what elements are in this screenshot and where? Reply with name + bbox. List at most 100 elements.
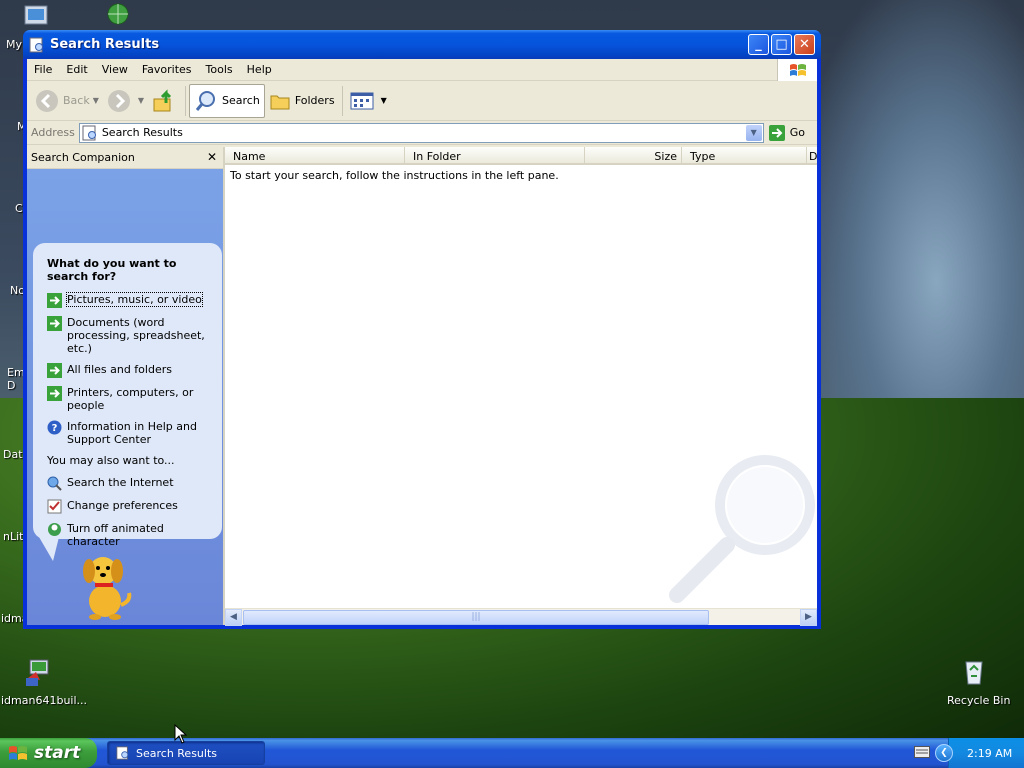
chevron-left-icon: ❮ — [940, 748, 948, 758]
option-search-internet[interactable]: Search the Internet — [47, 476, 212, 491]
views-button[interactable]: ▼ — [346, 84, 391, 118]
menu-help[interactable]: Help — [240, 63, 279, 76]
go-label: Go — [789, 126, 805, 139]
back-button[interactable]: Back ▼ — [31, 84, 103, 118]
close-button[interactable]: ✕ — [794, 34, 815, 55]
mouse-cursor-icon — [174, 724, 188, 744]
folders-button[interactable]: Folders — [265, 84, 339, 118]
option-documents[interactable]: Documents (word processing, spreadsheet,… — [47, 316, 212, 355]
search-button[interactable]: Search — [189, 83, 265, 118]
maximize-button[interactable]: □ — [771, 34, 792, 55]
option-help-support[interactable]: ? Information in Help and Support Center — [47, 420, 212, 446]
search-icon — [195, 90, 216, 111]
go-arrow-icon — [768, 124, 785, 141]
menu-edit[interactable]: Edit — [59, 63, 94, 76]
option-label: Change preferences — [67, 499, 178, 512]
column-date[interactable]: D — [807, 147, 817, 163]
option-pictures-music-video[interactable]: Pictures, music, or video — [47, 292, 212, 308]
desktop-icon-label-my[interactable]: My — [6, 38, 22, 51]
address-value: Search Results — [101, 126, 183, 139]
menu-tools[interactable]: Tools — [199, 63, 240, 76]
menu-bar: File Edit View Favorites Tools Help — [27, 59, 817, 81]
option-label: Printers, computers, or people — [67, 386, 194, 412]
option-label: Documents (word processing, spreadsheet,… — [67, 316, 205, 355]
up-folder-button[interactable] — [148, 84, 182, 118]
arrow-icon — [47, 363, 62, 378]
column-size[interactable]: Size — [585, 147, 682, 163]
search-dog-character-icon[interactable] — [75, 551, 135, 621]
installer-icon — [26, 659, 49, 686]
column-headers: Name In Folder Size Type D — [225, 147, 817, 165]
scroll-thumb[interactable]: ||| — [243, 609, 709, 625]
option-turn-off-character[interactable]: Turn off animated character — [47, 522, 212, 548]
column-type[interactable]: Type — [682, 147, 807, 163]
arrow-icon — [47, 293, 62, 308]
menu-view[interactable]: View — [95, 63, 135, 76]
option-label: Turn off animated character — [67, 522, 164, 548]
search-companion-pane: Search Companion ✕ What do you want to s… — [27, 147, 225, 625]
column-in-folder[interactable]: In Folder — [405, 147, 585, 163]
search-companion-header: Search Companion ✕ — [27, 147, 223, 169]
globe-search-icon — [47, 476, 62, 491]
desktop-icon-idman[interactable] — [22, 656, 54, 691]
search-results-window: Search Results _ □ ✕ File Edit View Favo… — [23, 30, 821, 629]
svg-text:?: ? — [52, 423, 58, 434]
recycle-bin-icon — [965, 661, 983, 685]
globe-icon — [107, 3, 129, 25]
standard-toolbar: Back ▼ ▼ Search Folders ▼ — [27, 81, 817, 121]
forward-button[interactable]: ▼ — [103, 84, 148, 118]
horizontal-scrollbar[interactable]: ◀ ||| ▶ — [225, 608, 817, 626]
chevron-left-icon: ◀ — [230, 612, 237, 622]
column-name[interactable]: Name — [225, 147, 405, 163]
windows-flag-icon — [9, 746, 27, 760]
option-label: Pictures, music, or video — [66, 292, 203, 307]
arrow-icon — [47, 386, 62, 401]
address-bar: Address Search Results ▼ Go — [27, 121, 817, 145]
start-label: start — [34, 743, 81, 763]
option-all-files[interactable]: All files and folders — [47, 363, 212, 378]
maximize-icon: □ — [775, 37, 788, 52]
forward-dropdown-icon[interactable]: ▼ — [138, 96, 144, 105]
chevron-right-icon: ▶ — [805, 612, 812, 622]
scroll-left-button[interactable]: ◀ — [225, 608, 242, 626]
address-label: Address — [31, 126, 75, 139]
desktop-icon-network[interactable] — [100, 2, 132, 33]
content-area: Search Companion ✕ What do you want to s… — [27, 147, 817, 626]
option-printers-computers-people[interactable]: Printers, computers, or people — [47, 386, 212, 412]
menu-favorites[interactable]: Favorites — [135, 63, 199, 76]
search-label: Search — [222, 94, 260, 107]
search-window-icon — [116, 746, 129, 760]
clock[interactable]: 2:19 AM — [967, 747, 1012, 760]
address-dropdown-button[interactable]: ▼ — [745, 124, 762, 141]
help-icon: ? — [47, 420, 62, 435]
views-icon — [350, 92, 374, 109]
search-instructions: To start your search, follow the instruc… — [230, 169, 559, 182]
results-pane: Name In Folder Size Type D To start your… — [225, 147, 817, 626]
option-label: All files and folders — [67, 363, 172, 376]
views-dropdown-icon: ▼ — [380, 96, 387, 105]
scroll-right-button[interactable]: ▶ — [800, 608, 817, 626]
taskbar-item-label: Search Results — [136, 746, 218, 760]
back-label: Back — [63, 94, 90, 107]
start-button[interactable]: start — [0, 738, 97, 768]
minimize-button[interactable]: _ — [748, 34, 769, 55]
go-button[interactable]: Go — [768, 124, 805, 142]
option-change-preferences[interactable]: Change preferences — [47, 499, 212, 514]
desktop-icon-label-recycle-bin[interactable]: Recycle Bin — [947, 694, 1010, 707]
close-pane-icon[interactable]: ✕ — [207, 150, 217, 164]
title-bar[interactable]: Search Results _ □ ✕ — [23, 30, 821, 59]
show-hidden-icons-button[interactable]: ❮ — [935, 744, 953, 762]
arrow-icon — [47, 316, 62, 331]
menu-file[interactable]: File — [27, 63, 59, 76]
search-results-icon — [82, 125, 96, 140]
desktop-icon-label-idman[interactable]: idman641buil... — [1, 694, 87, 707]
desktop-icon-label-c[interactable]: C — [15, 202, 23, 215]
address-field[interactable]: Search Results ▼ — [78, 122, 764, 143]
taskbar-item-search-results[interactable]: Search Results — [107, 741, 265, 765]
desktop-icon-recycle-bin[interactable] — [958, 656, 990, 691]
toolbar-separator — [185, 85, 187, 116]
taskbar: start Search Results ❮ 2:19 AM — [0, 738, 1024, 768]
character-icon — [48, 523, 61, 536]
keyboard-icon[interactable] — [914, 746, 930, 758]
back-dropdown-icon[interactable]: ▼ — [93, 96, 99, 105]
